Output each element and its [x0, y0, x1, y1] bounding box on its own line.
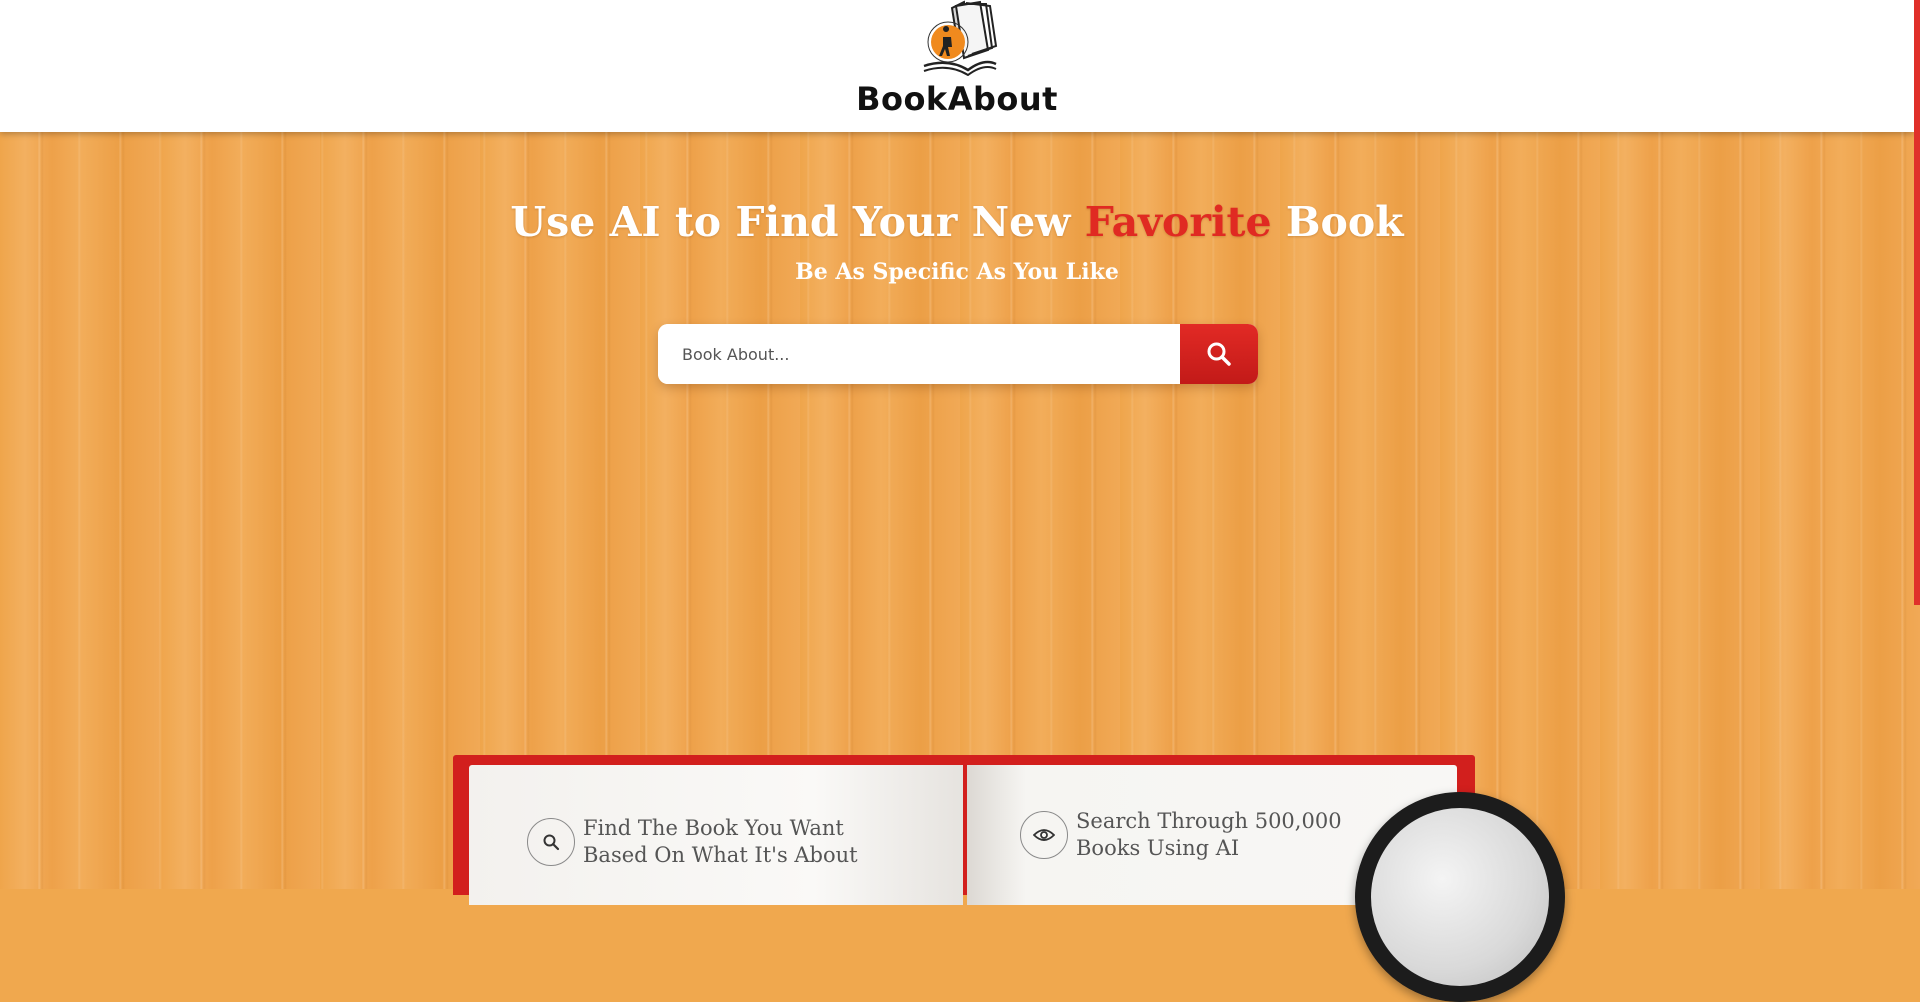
magnifying-glass-image	[1355, 792, 1565, 1002]
hero-subheadline: Be As Specific As You Like	[795, 259, 1119, 285]
feature-find-book: Find The Book You Want Based On What It'…	[527, 815, 858, 869]
headline-accent: Favorite	[1084, 198, 1272, 246]
feature-text: Search Through 500,000 Books Using AI	[1076, 808, 1342, 862]
page-edge-accent	[1914, 0, 1920, 605]
feature-icon-circle	[527, 818, 575, 866]
search-button[interactable]	[1180, 324, 1258, 384]
feature-text: Find The Book You Want Based On What It'…	[583, 815, 858, 869]
search-icon	[543, 834, 560, 851]
search-icon	[1207, 342, 1231, 366]
logo-icon[interactable]	[918, 0, 1000, 76]
hero-headline: Use AI to Find Your New Favorite Book	[0, 198, 1914, 246]
site-header: BookAbout	[0, 0, 1914, 132]
feature-line: Find The Book You Want	[583, 816, 844, 840]
headline-text-end: Book	[1285, 198, 1404, 246]
headline-text: Use AI to Find Your New	[510, 198, 1071, 246]
feature-search-ai: Search Through 500,000 Books Using AI	[1020, 808, 1342, 862]
feature-icon-circle	[1020, 811, 1068, 859]
search-input[interactable]	[658, 324, 1178, 384]
eye-icon	[1033, 829, 1055, 841]
feature-line: Books Using AI	[1076, 836, 1240, 860]
brand-name[interactable]: BookAbout	[0, 80, 1914, 118]
search-bar	[658, 324, 1258, 384]
feature-line: Based On What It's About	[583, 843, 858, 867]
feature-line: Search Through 500,000	[1076, 809, 1342, 833]
